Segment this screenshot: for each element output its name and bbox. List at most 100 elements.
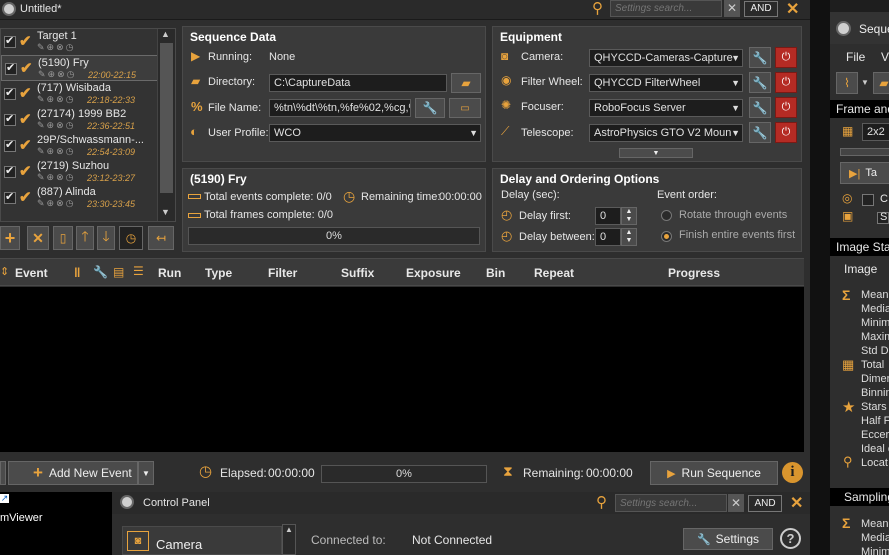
target-list-item[interactable]: ✔ Target 1✎⊕⊗◷ <box>1 29 175 55</box>
telescope-settings-button[interactable]: 🔧 <box>749 122 771 143</box>
target-list-item[interactable]: ✔ 29P/Schwassmann-...✎⊕⊗◷ 22:54-23:09 <box>1 133 175 159</box>
delay-first-input[interactable]: 0 <box>595 207 621 225</box>
copy-target-button[interactable]: ▯ <box>53 226 73 250</box>
footer-left-button[interactable] <box>0 461 6 485</box>
control-panel-close-icon[interactable]: ✕ <box>790 493 803 513</box>
target-list-item[interactable]: ✔ (887) Alinda✎⊕⊗◷ 23:30-23:45 <box>1 185 175 211</box>
target-list-scrollbar[interactable]: ▲ ▼ <box>157 29 175 221</box>
right-menu-view[interactable]: V <box>881 50 889 64</box>
move-down-button[interactable]: 🡓 <box>97 226 115 250</box>
filename-token-button[interactable]: ▭ <box>449 98 481 118</box>
move-up-button[interactable]: 🡑 <box>76 226 94 250</box>
right-slider[interactable] <box>840 148 889 156</box>
comment-icon[interactable]: ☰ <box>133 264 144 278</box>
col-repeat[interactable]: Repeat <box>534 266 574 280</box>
right-take-button[interactable]: ▶| Ta <box>840 162 889 184</box>
user-profile-select[interactable]: WCO ▼ <box>269 124 481 142</box>
col-progress[interactable]: Progress <box>668 266 720 280</box>
target-status-icons: ✎⊕⊗◷ <box>37 146 76 156</box>
control-panel-search-input[interactable] <box>615 494 727 512</box>
right-toolbar-chart-button[interactable]: ⌇ <box>836 72 858 94</box>
target-enable-checkbox[interactable] <box>4 112 16 126</box>
control-panel-scrollbar[interactable]: ▲ <box>282 524 296 555</box>
focuser-select[interactable]: RoboFocus Server ▼ <box>589 99 743 117</box>
script-icon[interactable]: ▤ <box>113 265 124 279</box>
telescope-power-button[interactable]: ⏻ <box>775 122 797 143</box>
scroll-up-icon[interactable]: ▲ <box>161 29 170 39</box>
rotate-label[interactable]: Rotate through events <box>679 209 787 221</box>
desktop-viewer-label[interactable]: mViewer <box>0 512 43 524</box>
col-bin[interactable]: Bin <box>486 266 505 280</box>
finish-label[interactable]: Finish entire events first <box>679 229 795 241</box>
search-icon: ⚲ <box>596 494 607 511</box>
help-icon[interactable]: ? <box>780 528 801 549</box>
col-event[interactable]: Event <box>15 266 48 280</box>
control-panel-settings-button[interactable]: 🔧 Settings <box>683 528 773 550</box>
pause-icon[interactable]: ‖ <box>74 265 80 280</box>
col-run[interactable]: Run <box>158 266 181 280</box>
col-exposure[interactable]: Exposure <box>406 266 461 280</box>
schedule-button[interactable]: ◷ <box>119 226 143 250</box>
target-enable-checkbox[interactable] <box>5 61 17 75</box>
delay-between-input[interactable]: 0 <box>595 228 621 246</box>
col-filter[interactable]: Filter <box>268 266 297 280</box>
target-list-item[interactable]: ✔ (5190) Fry✎⊕⊗◷ 22:00-22:15 <box>1 55 175 81</box>
filename-field[interactable]: %tn\%dt\%tn,%fe%02,%cg,% <box>269 99 411 117</box>
events-table-body[interactable] <box>0 287 804 452</box>
control-panel-camera-tab[interactable]: ◙ Camera <box>122 526 282 555</box>
target-enable-checkbox[interactable] <box>4 34 16 48</box>
target-enable-checkbox[interactable] <box>4 164 16 178</box>
delete-target-button[interactable]: ✕ <box>27 226 49 250</box>
add-event-dropdown[interactable]: ▼ <box>138 461 154 485</box>
rotate-radio[interactable] <box>661 210 672 221</box>
right-checkbox-1[interactable] <box>862 194 874 206</box>
expand-equipment-button[interactable]: ▼ <box>619 148 693 158</box>
run-sequence-button[interactable]: ▶ Run Sequence <box>650 461 778 485</box>
scroll-up-icon[interactable]: ▲ <box>285 525 293 534</box>
collapse-button[interactable]: ↤ <box>148 226 174 250</box>
focuser-settings-button[interactable]: 🔧 <box>749 97 771 118</box>
chevron-down-icon[interactable]: ▼ <box>861 78 869 87</box>
right-menu-file[interactable]: File <box>846 50 865 64</box>
target-list-item[interactable]: ✔ (27174) 1999 BB2✎⊕⊗◷ 22:36-22:51 <box>1 107 175 133</box>
control-panel-clear-search-icon[interactable]: ✕ <box>728 494 744 512</box>
collapse-events-icon[interactable]: ⇕ <box>0 265 9 278</box>
filterwheel-power-button[interactable]: ⏻ <box>775 72 797 93</box>
telescope-select[interactable]: AstroPhysics GTO V2 Moun ▼ <box>589 124 743 142</box>
add-target-button[interactable]: + <box>0 226 20 250</box>
and-toggle[interactable]: AND <box>744 1 778 17</box>
target-enable-checkbox[interactable] <box>4 190 16 204</box>
finish-radio[interactable] <box>661 231 672 242</box>
clear-search-icon[interactable]: ✕ <box>724 0 740 17</box>
directory-field[interactable]: C:\CaptureData <box>269 74 447 92</box>
scroll-down-icon[interactable]: ▼ <box>161 207 170 217</box>
filterwheel-settings-button[interactable]: 🔧 <box>749 72 771 93</box>
camera-select[interactable]: QHYCCD-Cameras-Capture ▼ <box>589 49 743 67</box>
info-icon[interactable]: i <box>782 462 803 483</box>
target-time: 22:00-22:15 <box>88 70 137 80</box>
filterwheel-select[interactable]: QHYCCD FilterWheel ▼ <box>589 74 743 92</box>
focuser-power-button[interactable]: ⏻ <box>775 97 797 118</box>
delay-between-spinner[interactable]: ▲ ▼ <box>621 228 637 246</box>
col-type[interactable]: Type <box>205 266 232 280</box>
col-suffix[interactable]: Suffix <box>341 266 374 280</box>
scroll-thumb[interactable] <box>160 43 173 193</box>
close-icon[interactable]: ✕ <box>786 0 799 19</box>
camera-power-button[interactable]: ⏻ <box>775 47 797 68</box>
target-enable-checkbox[interactable] <box>4 138 16 152</box>
filename-wrench-button[interactable]: 🔧 <box>415 98 445 118</box>
right-toolbar-folder-button[interactable]: ▰ <box>873 72 889 94</box>
wrench-icon[interactable]: 🔧 <box>93 265 108 279</box>
target-enable-checkbox[interactable] <box>4 86 16 100</box>
right-bin-select[interactable]: 2x2 <box>862 123 889 141</box>
settings-search-input[interactable] <box>610 0 722 17</box>
add-new-event-button[interactable]: + Add New Event <box>8 461 138 485</box>
control-panel-and-toggle[interactable]: AND <box>748 495 782 512</box>
target-list-item[interactable]: ✔ (2719) Suzhou✎⊕⊗◷ 23:12-23:27 <box>1 159 175 185</box>
target-list-item[interactable]: ✔ (717) Wisibada✎⊕⊗◷ 22:18-22:33 <box>1 81 175 107</box>
delay-first-spinner[interactable]: ▲ ▼ <box>621 207 637 225</box>
user-profile-label: User Profile: <box>208 127 269 139</box>
stopwatch-icon: ◷ <box>199 463 213 480</box>
camera-settings-button[interactable]: 🔧 <box>749 47 771 68</box>
browse-folder-button[interactable]: ▰ <box>451 73 481 93</box>
